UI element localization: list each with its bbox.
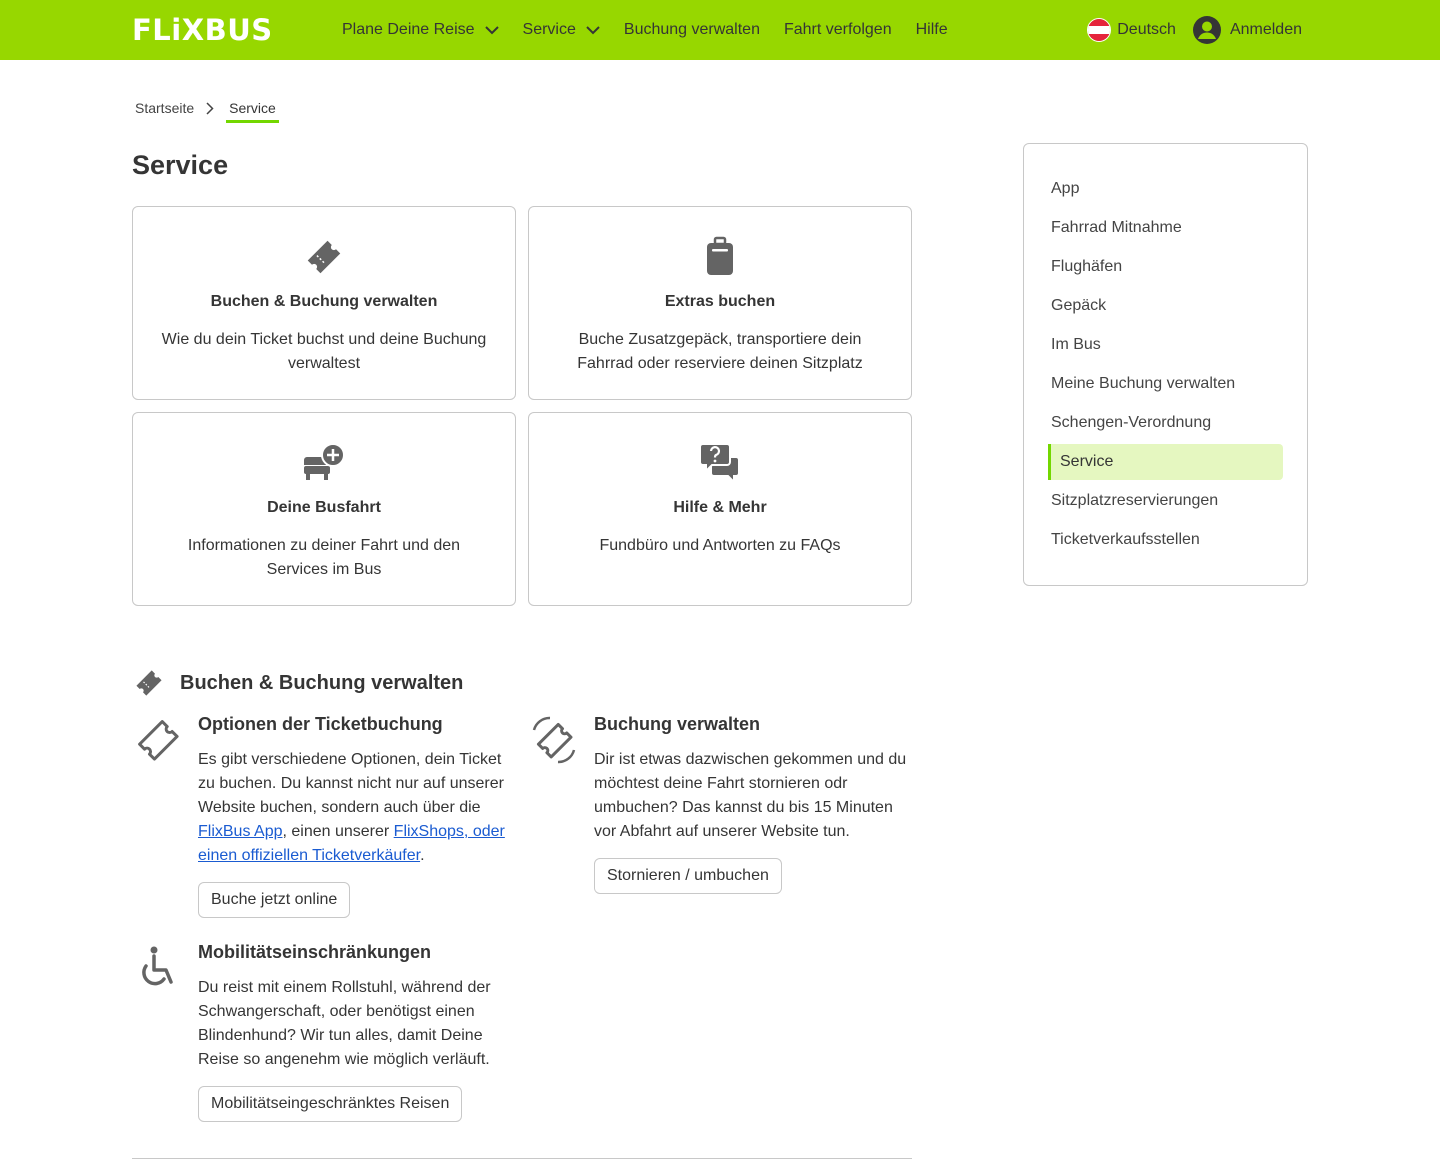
seat-plus-icon (304, 443, 345, 480)
section-header: Buchen & Buchung verwalten (132, 666, 463, 700)
item-text-part: Es gibt verschiedene Optionen, dein Tick… (198, 751, 504, 816)
breadcrumb-home[interactable]: Startseite (135, 100, 194, 116)
sidebar-item-service[interactable]: Service (1048, 444, 1283, 480)
item-text: Dir ist etwas dazwischen gekommen und du… (594, 751, 907, 840)
card-title: Deine Busfahrt (267, 499, 381, 516)
sidebar-nav: App Fahrrad Mitnahme Flughäfen Gepäck Im… (1023, 143, 1308, 586)
breadcrumb: Startseite Service (135, 100, 279, 123)
sidebar-item-airports[interactable]: Flughäfen (1051, 258, 1122, 276)
chevron-down-icon (586, 25, 600, 34)
chevron-down-icon (484, 25, 499, 34)
item-title: Mobilitätseinschränkungen (198, 942, 432, 962)
breadcrumb-current: Service (226, 100, 279, 123)
language-selector[interactable]: Deutsch (1087, 18, 1176, 42)
login-label: Anmelden (1229, 21, 1302, 38)
sidebar-item-manage-booking[interactable]: Meine Buchung verwalten (1051, 375, 1235, 393)
mobility-item: Mobilitätseinschränkungen Du reist mit e… (132, 942, 512, 1122)
sidebar-item-luggage[interactable]: Gepäck (1051, 297, 1106, 315)
item-text: Es gibt verschiedene Optionen, dein Tick… (198, 748, 508, 868)
card-description: Fundbüro und Antworten zu FAQs (599, 537, 841, 554)
ticket-exchange-icon (532, 716, 576, 764)
nav-help[interactable]: Hilfe (916, 0, 948, 60)
card-extras[interactable]: Extras buchen Buche Zusatzgepäck, transp… (528, 206, 912, 400)
ticket-options-item: Optionen der Ticketbuchung Es gibt versc… (132, 714, 512, 924)
item-title: Buchung verwalten (594, 714, 761, 734)
item-text: Du reist mit einem Rollstuhl, während de… (198, 979, 491, 1068)
login-button[interactable]: Anmelden (1192, 15, 1302, 45)
flixbus-app-link[interactable]: FlixBus App (198, 823, 282, 840)
ticket-icon (307, 240, 341, 274)
user-icon (1192, 16, 1221, 44)
question-bubble-icon (699, 443, 740, 485)
ticket-outline-icon (138, 720, 179, 761)
item-text-part: . (420, 847, 425, 864)
nav-track-trip-label: Fahrt verfolgen (783, 21, 892, 38)
card-description: Informationen zu deiner Fahrt und den Se… (187, 537, 461, 578)
sidebar-item-on-bus[interactable]: Im Bus (1051, 336, 1101, 354)
sidebar-item-bike[interactable]: Fahrrad Mitnahme (1051, 219, 1182, 237)
nav-track-trip[interactable]: Fahrt verfolgen (784, 0, 892, 60)
main-nav: Plane Deine Reise Service Buchung verwal… (342, 0, 972, 60)
card-help[interactable]: Hilfe & Mehr Fundbüro und Antworten zu F… (528, 412, 912, 606)
sidebar-item-schengen[interactable]: Schengen-Verordnung (1051, 414, 1211, 432)
austria-flag-icon (1087, 18, 1112, 42)
card-description: Buche Zusatzgepäck, transportiere dein F… (577, 331, 863, 372)
card-booking[interactable]: Buchen & Buchung verwalten Wie du dein T… (132, 206, 516, 400)
luggage-icon (707, 236, 733, 275)
item-title: Optionen der Ticketbuchung (198, 714, 443, 734)
book-online-button[interactable]: Buche jetzt online (198, 882, 351, 918)
nav-service-label: Service (522, 21, 576, 38)
language-label: Deutsch (1117, 21, 1176, 38)
flixbus-logo[interactable]: FLiXBUS (132, 14, 273, 46)
card-title: Extras buchen (664, 293, 776, 310)
page-title: Service (132, 150, 229, 180)
sidebar-item-app[interactable]: App (1051, 180, 1079, 198)
wheelchair-icon (142, 946, 173, 986)
header-right: Deutsch Anmelden (1087, 0, 1302, 60)
top-header: FLiXBUS Plane Deine Reise Service Buchun… (0, 0, 1440, 60)
item-text-part: , einen unserer (282, 823, 394, 840)
card-title: Hilfe & Mehr (673, 499, 767, 516)
nav-service[interactable]: Service (523, 0, 600, 60)
sidebar-item-seat-reservations[interactable]: Sitzplatzreservierungen (1051, 492, 1218, 510)
ticket-icon (136, 670, 162, 696)
nav-manage-booking-label: Buchung verwalten (623, 21, 760, 38)
reduced-mobility-button[interactable]: Mobilitätseingeschränktes Reisen (198, 1086, 463, 1122)
cancel-rebook-button[interactable]: Stornieren / umbuchen (594, 858, 782, 894)
nav-plan-trip-label: Plane Deine Reise (342, 21, 475, 38)
divider (132, 1158, 912, 1159)
nav-help-label: Hilfe (915, 21, 948, 38)
card-bus-trip[interactable]: Deine Busfahrt Informationen zu deiner F… (132, 412, 516, 606)
chevron-right-icon (206, 101, 214, 115)
card-title: Buchen & Buchung verwalten (210, 293, 438, 310)
nav-manage-booking[interactable]: Buchung verwalten (624, 0, 760, 60)
manage-booking-item: Buchung verwalten Dir ist etwas dazwisch… (528, 714, 912, 894)
card-description: Wie du dein Ticket buchst und deine Buch… (161, 331, 487, 372)
nav-plan-trip[interactable]: Plane Deine Reise (342, 0, 499, 60)
sidebar-item-ticket-sales[interactable]: Ticketverkaufsstellen (1051, 531, 1200, 549)
section-title: Buchen & Buchung verwalten (180, 671, 464, 694)
